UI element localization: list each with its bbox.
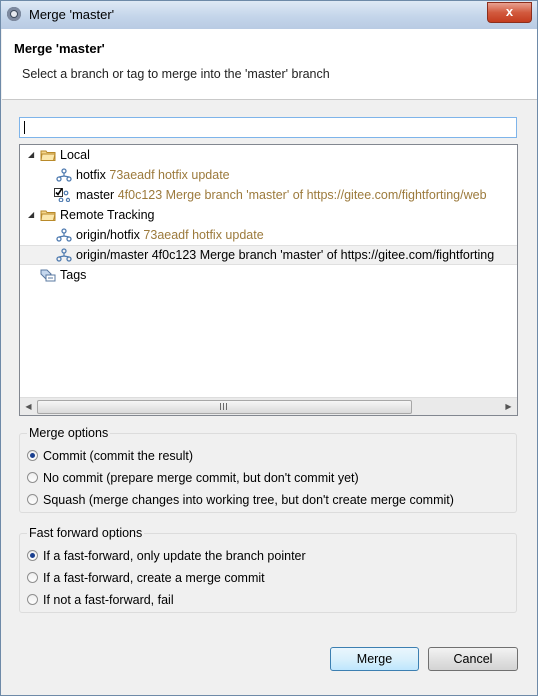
radio-label: Commit (commit the result) (43, 449, 194, 463)
branch-tree[interactable]: ◢ Local hotfix 73aeadf hotfix update mas… (19, 144, 518, 416)
window-title: Merge 'master' (29, 7, 115, 22)
text-caret (24, 121, 25, 134)
radio-selected-icon[interactable] (27, 450, 38, 461)
branch-commit-detail: 4f0c123 Merge branch 'master' of https:/… (117, 188, 487, 202)
close-button[interactable]: x (487, 2, 532, 23)
folder-icon (40, 210, 56, 221)
merge-button[interactable]: Merge (330, 647, 419, 671)
branch-commit-detail: 73aeadf hotfix update (143, 228, 264, 242)
tree-node-label: Local (60, 148, 90, 162)
radio-label: No commit (prepare merge commit, but don… (43, 471, 359, 485)
expand-icon[interactable]: ◢ (28, 205, 38, 225)
horizontal-scrollbar[interactable]: ◀ ▶ (20, 397, 517, 415)
branch-icon (56, 168, 72, 182)
tree-item-origin-master[interactable]: origin/master 4f0c123 Merge branch 'mast… (20, 245, 517, 265)
radio-icon[interactable] (27, 494, 38, 505)
tags-icon (40, 269, 56, 282)
radio-label: Squash (merge changes into working tree,… (43, 493, 454, 507)
scroll-right-icon[interactable]: ▶ (500, 398, 517, 415)
folder-icon (40, 150, 56, 161)
scrollbar-thumb[interactable] (37, 400, 412, 414)
radio-label: If not a fast-forward, fail (43, 593, 174, 607)
branch-name: origin/master (76, 248, 149, 262)
expand-icon[interactable]: ◢ (28, 145, 38, 165)
title-bar[interactable]: Merge 'master' x (1, 1, 537, 29)
branch-name: origin/hotfix (76, 228, 140, 242)
grip-icon (220, 403, 228, 410)
tree-node-label: Tags (60, 268, 87, 282)
radio-label: If a fast-forward, only update the branc… (43, 549, 306, 563)
branch-name: hotfix (76, 168, 106, 182)
radio-icon[interactable] (27, 572, 38, 583)
branch-commit-detail: 73aeadf hotfix update (109, 168, 230, 182)
branch-name: master (76, 188, 115, 202)
cancel-button[interactable]: Cancel (428, 647, 518, 671)
dialog-header: Merge 'master' Select a branch or tag to… (2, 29, 537, 100)
branch-icon (56, 228, 72, 242)
filter-input[interactable] (19, 117, 517, 138)
radio-icon[interactable] (27, 472, 38, 483)
scroll-left-icon[interactable]: ◀ (20, 398, 37, 415)
radio-icon[interactable] (27, 594, 38, 605)
radio-selected-icon[interactable] (27, 550, 38, 561)
tree-node-label: Remote Tracking (60, 208, 155, 222)
fast-forward-options-title: Fast forward options (27, 526, 145, 540)
dialog-title: Merge 'master' (14, 41, 105, 56)
branch-icon (56, 248, 72, 262)
merge-options-title: Merge options (27, 426, 111, 440)
eclipse-app-icon (7, 7, 21, 21)
checked-out-branch-icon (54, 188, 70, 202)
radio-label: If a fast-forward, create a merge commit (43, 571, 265, 585)
branch-commit-detail: 4f0c123 Merge branch 'master' of https:/… (151, 248, 495, 262)
dialog-description: Select a branch or tag to merge into the… (22, 67, 330, 81)
